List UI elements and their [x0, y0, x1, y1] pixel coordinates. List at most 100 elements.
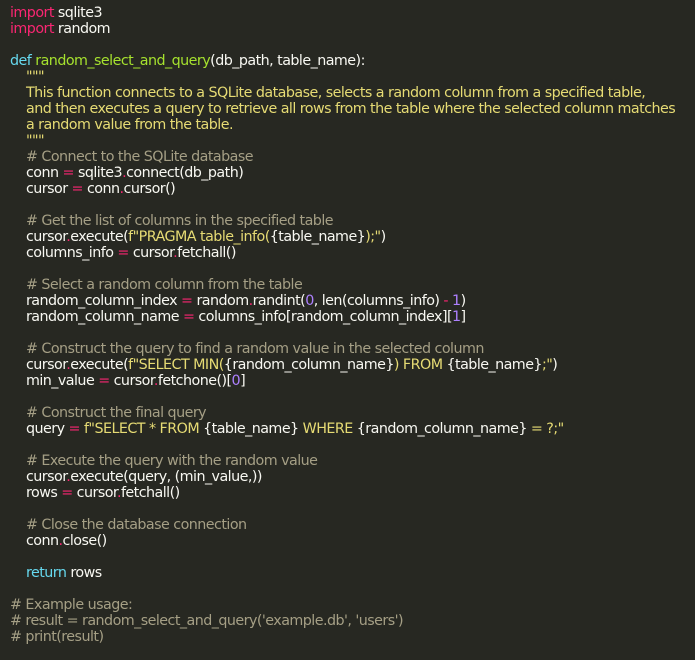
- code-line: import random: [10, 21, 695, 37]
- code-line: cursor.execute(f"PRAGMA table_info({tabl…: [10, 229, 695, 245]
- code-line: cursor.execute(query, (min_value,)): [10, 469, 695, 485]
- code-line: # Select a random column from the table: [10, 277, 695, 293]
- code-line: conn.close(): [10, 533, 695, 549]
- code-token: cursor: [10, 357, 67, 373]
- code-token: ): [380, 229, 387, 245]
- operator-token: =: [68, 421, 81, 437]
- code-line: query = f"SELECT * FROM {table_name} WHE…: [10, 421, 695, 437]
- string-token: """: [10, 69, 45, 85]
- comment-token: # Execute the query with the random valu…: [10, 453, 318, 469]
- code-token: {table_name}: [203, 421, 299, 437]
- comment-token: # Construct the final query: [10, 405, 207, 421]
- code-token: {random_column_name}: [223, 357, 395, 373]
- code-line: min_value = cursor.fetchone()[0]: [10, 373, 695, 389]
- code-line: random_column_name = columns_info[random…: [10, 309, 695, 325]
- code-token: cursor: [72, 485, 118, 501]
- number-token: 0: [305, 293, 314, 309]
- operator-token: =: [183, 309, 195, 325]
- code-line: cursor.execute(f"SELECT MIN({random_colu…: [10, 357, 695, 373]
- string-token: ;": [541, 357, 553, 373]
- code-block[interactable]: import sqlite3 import random def random_se…: [10, 5, 695, 645]
- code-token: (db_path, table_name):: [210, 53, 365, 69]
- string-token: ) FROM: [393, 357, 447, 373]
- string-token: = ?;": [526, 421, 564, 437]
- code-token: fetchone()[: [157, 373, 232, 389]
- keyword-token: return: [25, 565, 67, 581]
- number-token: 1: [452, 309, 461, 325]
- string-token: a random value from the table.: [10, 117, 234, 133]
- code-token: cursor: [10, 181, 72, 197]
- code-token: execute(: [70, 357, 129, 373]
- code-line: # print(result): [10, 629, 695, 645]
- code-token: cursor: [10, 229, 67, 245]
- comment-token: # Get the list of columns in the specifi…: [10, 213, 334, 229]
- code-line: # Connect to the SQLite database: [10, 149, 695, 165]
- code-token: ): [552, 357, 558, 373]
- string-token: and then executes a query to retrieve al…: [10, 101, 676, 117]
- code-line: """: [10, 133, 695, 149]
- number-token: 1: [452, 293, 461, 309]
- code-line: and then executes a query to retrieve al…: [10, 101, 695, 117]
- code-line: # Construct the final query: [10, 405, 695, 421]
- code-token: sqlite3: [53, 5, 103, 21]
- code-token: random: [53, 21, 111, 37]
- comment-token: # print(result): [10, 629, 104, 645]
- operator-token: =: [71, 181, 84, 197]
- code-token: cursor: [109, 373, 155, 389]
- code-token: columns_info[random_column_index][: [194, 309, 452, 325]
- string-token: f"SELECT * FROM: [83, 421, 204, 437]
- code-token: random: [192, 293, 249, 309]
- code-line: a random value from the table.: [10, 117, 695, 133]
- comment-token: # Example usage:: [10, 597, 133, 613]
- comment-token: # Select a random column from the table: [10, 277, 303, 293]
- code-token: execute(: [70, 229, 129, 245]
- code-token: connect(db_path): [126, 165, 244, 181]
- code-token: ]: [460, 309, 467, 325]
- code-token: random_column_index: [10, 293, 182, 309]
- code-token: {table_name}: [446, 357, 542, 373]
- code-editor[interactable]: import sqlite3 import random def random_se…: [0, 0, 695, 660]
- code-token: {random_column_name}: [356, 421, 528, 437]
- code-token: {table_name}: [269, 229, 366, 245]
- code-line: # result = random_select_and_query('exam…: [10, 613, 695, 629]
- code-token: randint(: [252, 293, 306, 309]
- code-token: columns_info: [10, 245, 118, 261]
- string-token: );": [365, 229, 381, 245]
- code-line: # Example usage:: [10, 597, 695, 613]
- operator-token: =: [181, 293, 193, 309]
- code-line: columns_info = cursor.fetchall(): [10, 245, 695, 261]
- code-token: min_value: [10, 373, 99, 389]
- code-token: sqlite3: [73, 165, 123, 181]
- string-token: This function connects to a SQLite datab…: [10, 85, 646, 101]
- code-line: This function connects to a SQLite datab…: [10, 85, 695, 101]
- code-line: # Get the list of columns in the specifi…: [10, 213, 695, 229]
- comment-token: # Close the database connection: [10, 517, 247, 533]
- code-line: rows = cursor.fetchall(): [10, 485, 695, 501]
- code-line: # Execute the query with the random valu…: [10, 453, 695, 469]
- code-line: # Construct the query to find a random v…: [10, 341, 695, 357]
- operator-token: =: [62, 165, 75, 181]
- code-token: conn: [10, 165, 63, 181]
- operator-token: =: [98, 373, 110, 389]
- string-token: f"PRAGMA table_info(: [128, 229, 270, 245]
- code-line: cursor = conn.cursor(): [10, 181, 695, 197]
- code-token: , len(columns_info): [313, 293, 444, 309]
- string-token: f"SELECT MIN(: [128, 357, 224, 373]
- code-token: conn: [10, 533, 59, 549]
- number-token: 0: [231, 373, 241, 389]
- code-token: execute(query, (min_value,)): [70, 469, 262, 485]
- code-line: def random_select_and_query(db_path, tab…: [10, 53, 695, 69]
- keyword-token: def: [10, 53, 32, 69]
- code-token: ): [460, 293, 467, 309]
- code-line: conn = sqlite3.connect(db_path): [10, 165, 695, 181]
- code-line: import sqlite3: [10, 5, 695, 21]
- code-line: # Close the database connection: [10, 517, 695, 533]
